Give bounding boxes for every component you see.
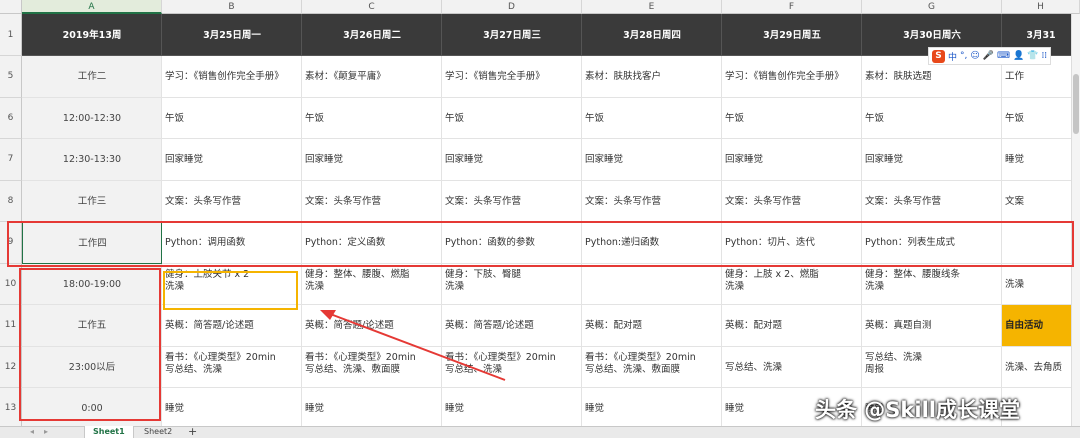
highlight-row9-box [7,221,1074,267]
watermark-text: 头条 @Skill成长课堂 [815,398,1020,422]
annotation-arrow-line [324,311,506,381]
highlight-evening-box [19,268,161,421]
highlight-fitness-cell-box [163,271,298,310]
annotation-overlay [7,221,1074,421]
